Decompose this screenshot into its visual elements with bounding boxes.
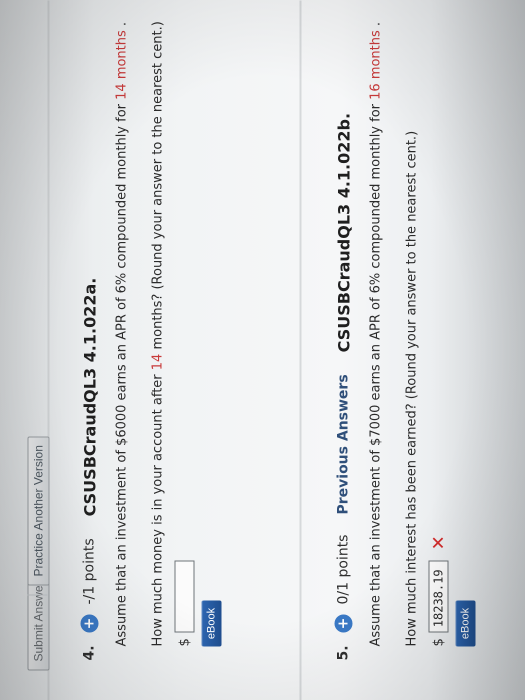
question-number: 5. bbox=[335, 645, 352, 661]
plus-circle-icon[interactable]: + bbox=[80, 614, 99, 633]
prompt-suffix: . bbox=[114, 21, 130, 27]
question-5-header: 5. + 0/1 points Previous Answers CSUSBCr… bbox=[330, 21, 358, 661]
question-points: 0/1 points bbox=[335, 534, 352, 605]
previous-answers-link[interactable]: Previous Answers bbox=[336, 374, 352, 514]
question-highlight: 14 bbox=[150, 353, 166, 371]
answer-input[interactable]: 18238.19 bbox=[428, 560, 449, 633]
prompt-highlight: 14 months bbox=[114, 30, 130, 100]
prompt-highlight: 16 months bbox=[368, 30, 384, 100]
currency-symbol: $ bbox=[177, 638, 192, 647]
prompt-suffix: . bbox=[368, 21, 384, 27]
question-number: 4. bbox=[81, 645, 98, 661]
question-4-prompt: Assume that an investment of $6000 earns… bbox=[114, 21, 132, 647]
prompt-text: Assume that an investment of $7000 earns… bbox=[368, 99, 384, 647]
question-5-question: How much interest has been earned? (Roun… bbox=[404, 130, 420, 647]
question-4-header: 4. + -/1 points CSUSBCraudQL3 4.1.022a. bbox=[76, 21, 104, 661]
currency-symbol: $ bbox=[431, 638, 446, 647]
question-suffix: months? (Round your answer to the neares… bbox=[150, 21, 166, 350]
question-4: 4. + -/1 points CSUSBCraudQL3 4.1.022a. … bbox=[76, 21, 222, 661]
question-5-prompt: Assume that an investment of $7000 earns… bbox=[368, 21, 386, 647]
question-divider bbox=[299, 0, 302, 700]
screen: Submit Answer Practice Another Version 4… bbox=[0, 0, 525, 700]
answer-row: $ bbox=[174, 21, 196, 647]
plus-circle-icon[interactable]: + bbox=[334, 614, 353, 633]
ebook-button[interactable]: eBook bbox=[455, 600, 476, 647]
x-mark-icon: ✕ bbox=[428, 535, 449, 551]
assignment-page: Submit Answer Practice Another Version 4… bbox=[0, 0, 525, 700]
answer-row: $ 18238.19 ✕ bbox=[428, 21, 450, 647]
question-4-question: How much money is in your account after … bbox=[150, 21, 168, 647]
question-5: 5. + 0/1 points Previous Answers CSUSBCr… bbox=[330, 21, 476, 661]
practice-another-version-button[interactable]: Practice Another Version bbox=[27, 436, 50, 586]
question-code: CSUSBCraudQL3 4.1.022b. bbox=[334, 112, 353, 353]
answer-input[interactable] bbox=[174, 560, 195, 633]
submit-answer-button[interactable]: Submit Answer bbox=[27, 572, 50, 671]
toolbar-divider bbox=[27, 594, 48, 596]
question-text: How much money is in your account after bbox=[150, 370, 166, 647]
question-code: CSUSBCraudQL3 4.1.022a. bbox=[80, 277, 99, 517]
question-points: -/1 points bbox=[81, 538, 98, 605]
ebook-button[interactable]: eBook bbox=[201, 600, 222, 647]
prompt-text: Assume that an investment of $6000 earns… bbox=[114, 99, 130, 647]
